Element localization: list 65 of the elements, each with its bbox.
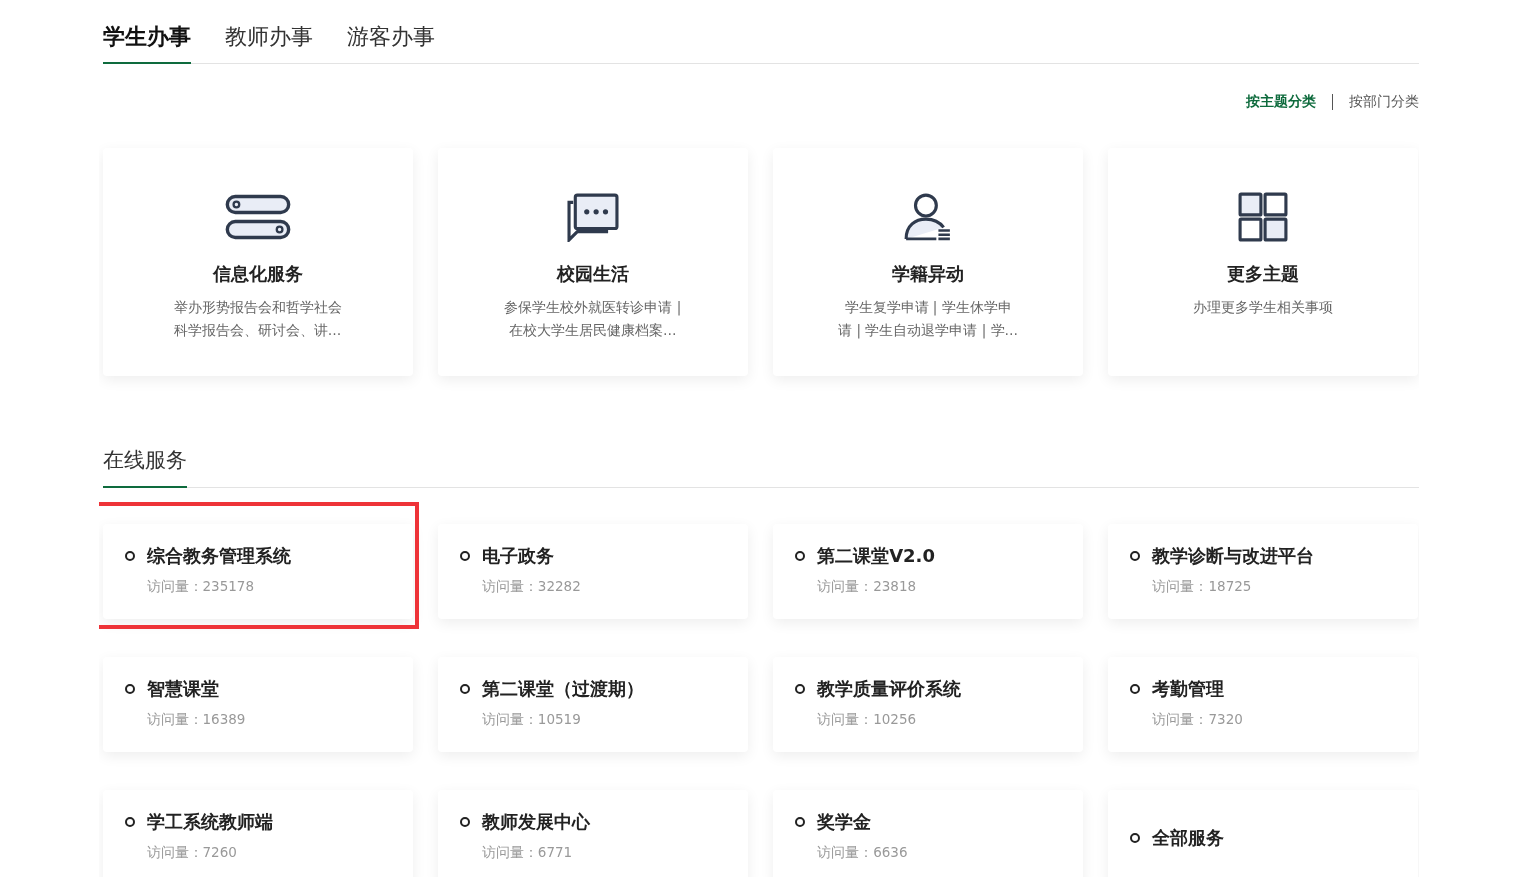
visit-count: 访问量：16389 [145, 711, 247, 729]
service-name: 电子政务 [481, 544, 554, 568]
bullet-icon [459, 684, 470, 694]
visit-count: 访问量：23818 [816, 578, 918, 596]
visit-count: 访问量：10519 [480, 711, 582, 729]
visit-count: 访问量：7260 [145, 844, 238, 862]
topic-title: 校园生活 [556, 262, 629, 286]
sort-option-link[interactable]: 按部门分类 [1348, 93, 1419, 111]
topic-title: 信息化服务 [212, 262, 303, 286]
topic-card[interactable]: 学籍异动 学生复学申请 | 学生休学申 请 | 学生自动退学申请 | 学… [773, 148, 1084, 376]
service-name: 智慧课堂 [146, 677, 219, 701]
topic-title: 学籍异动 [892, 262, 965, 286]
topic-description: 参保学生校外就医转诊申请 | 在校大学生居民健康档案… [504, 298, 682, 340]
visit-count: 访问量：10256 [816, 711, 918, 729]
topic-card[interactable]: 校园生活 参保学生校外就医转诊申请 | 在校大学生居民健康档案… [437, 148, 748, 376]
service-name: 学工系统教师端 [146, 810, 273, 834]
topic-title: 更多主题 [1227, 262, 1300, 286]
topic-description: 学生复学申请 | 学生休学申 请 | 学生自动退学申请 | 学… [838, 298, 1019, 341]
service-card[interactable]: 奖学金 访问量：6636 [773, 790, 1084, 877]
visit-count: 访问量：32282 [480, 578, 582, 596]
service-card[interactable]: 综合教务管理系统 访问量：235178 [102, 524, 413, 619]
topic-description: 办理更多学生相关事项 [1193, 298, 1334, 317]
section-title: 在线服务 [102, 446, 187, 488]
service-card[interactable]: 智慧课堂 访问量：16389 [102, 657, 413, 752]
bullet-icon [124, 684, 135, 694]
service-card[interactable]: 教师发展中心 访问量：6771 [437, 790, 748, 877]
service-card[interactable]: 第二课堂（过渡期） 访问量：10519 [437, 657, 748, 752]
visit-count: 访问量：235178 [145, 578, 256, 596]
category-tab[interactable]: 学生办事 [102, 22, 191, 64]
service-card[interactable]: 教学诊断与改进平台 访问量：18725 [1108, 524, 1419, 619]
service-card[interactable]: 考勤管理 访问量：7320 [1108, 657, 1419, 752]
service-card[interactable]: 教学质量评价系统 访问量：10256 [773, 657, 1084, 752]
bullet-icon [124, 817, 135, 827]
service-name: 第二课堂（过渡期） [481, 677, 644, 701]
bullet-icon [124, 551, 135, 561]
service-card[interactable]: 第二课堂V2.0 访问量：23818 [773, 524, 1084, 619]
topic-description: 举办形势报告会和哲学社会 科学报告会、研讨会、讲… [173, 298, 342, 340]
topic-card[interactable]: 信息化服务 举办形势报告会和哲学社会 科学报告会、研讨会、讲… [102, 148, 413, 376]
service-name: 第二课堂V2.0 [817, 544, 935, 568]
category-tab[interactable]: 教师办事 [224, 22, 313, 64]
service-name: 教学质量评价系统 [817, 677, 962, 701]
service-name: 教学诊断与改进平台 [1152, 544, 1315, 568]
service-name: 全部服务 [1152, 825, 1225, 850]
service-name: 奖学金 [817, 810, 872, 834]
bullet-icon [1130, 684, 1141, 694]
topic-card[interactable]: 更多主题 办理更多学生相关事项 [1108, 148, 1419, 376]
visit-count: 访问量：7320 [1151, 711, 1244, 729]
bullet-icon [459, 551, 470, 561]
service-card[interactable]: 电子政务 访问量：32282 [437, 524, 748, 619]
bullet-icon [1130, 551, 1141, 561]
service-card[interactable]: 全部服务 [1108, 790, 1419, 877]
bullet-icon [459, 817, 470, 827]
service-name: 考勤管理 [1152, 677, 1225, 701]
visit-count: 访问量：6771 [480, 844, 574, 862]
bullet-icon [795, 817, 806, 827]
visit-count: 访问量：6636 [816, 844, 909, 862]
service-name: 综合教务管理系统 [146, 544, 291, 568]
bullet-icon [795, 551, 806, 561]
bullet-icon [1130, 832, 1141, 843]
service-name: 教师发展中心 [481, 810, 590, 834]
sort-option-link[interactable]: 按主题分类 [1245, 93, 1316, 111]
bullet-icon [795, 684, 806, 694]
category-tab[interactable]: 游客办事 [346, 22, 435, 64]
visit-count: 访问量：18725 [1151, 578, 1253, 596]
service-card[interactable]: 学工系统教师端 访问量：7260 [102, 790, 413, 877]
